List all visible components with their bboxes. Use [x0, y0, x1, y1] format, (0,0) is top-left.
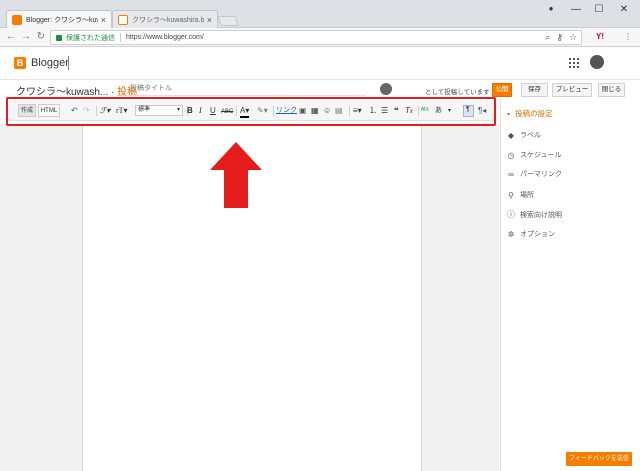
- author-avatar: [380, 83, 392, 95]
- app-name[interactable]: Blogger: [31, 57, 69, 69]
- minimize-button[interactable]: —: [568, 4, 584, 15]
- url-omnibox[interactable]: 保護された通信 https://www.blogger.com/ ⌕ ⚷ ☆: [50, 30, 582, 45]
- sidebar-item-label: パーマリンク: [520, 171, 562, 178]
- address-bar: ← → ↻ 保護された通信 https://www.blogger.com/ ⌕…: [0, 28, 640, 47]
- tab-title: クワシラ〜kuwashira.blog: [132, 16, 204, 24]
- url-text: https://www.blogger.com/: [126, 34, 204, 41]
- reload-icon[interactable]: ↻: [35, 31, 47, 42]
- back-arrow-icon[interactable]: ←: [5, 31, 17, 42]
- tab-title: Blogger: クワシラ〜kuwash: [26, 16, 98, 24]
- sidebar-item-label: 検索向け説明: [520, 211, 562, 219]
- sidebar-item-options[interactable]: ✲ オプション: [507, 229, 555, 239]
- apps-grid-icon[interactable]: [569, 58, 579, 68]
- sidebar-item-schedule[interactable]: ◷ スケジュール: [507, 150, 562, 160]
- bookmark-star-icon[interactable]: ☆: [569, 32, 577, 43]
- info-icon: ⓘ: [507, 210, 515, 219]
- lock-icon: [56, 34, 62, 41]
- chrome-menu-icon[interactable]: ⋮: [624, 32, 632, 41]
- secure-label: 保護された通信: [66, 34, 115, 42]
- sidebar-item-label: スケジュール: [520, 152, 562, 159]
- blog-favicon-icon: [118, 14, 128, 25]
- account-menu-icon[interactable]: ●: [543, 4, 559, 13]
- browser-titlebar: Blogger: クワシラ〜kuwash × クワシラ〜kuwashira.bl…: [0, 0, 640, 28]
- sidebar-item-search-description[interactable]: ⓘ 検索向け説明: [507, 209, 562, 220]
- new-tab-button[interactable]: [217, 16, 239, 26]
- annotation-up-arrow: [210, 142, 262, 208]
- close-tab-icon[interactable]: ×: [207, 15, 212, 25]
- posting-as-label: として投稿しています: [425, 89, 490, 96]
- label-icon: ◆: [507, 130, 515, 140]
- preview-button[interactable]: プレビュー: [552, 83, 592, 97]
- sidebar-item-label: 場所: [520, 192, 534, 199]
- maximize-button[interactable]: ☐: [591, 4, 607, 15]
- close-button[interactable]: 閉じる: [598, 83, 625, 97]
- blogger-header: B Blogger: [0, 47, 640, 80]
- post-settings-sidebar: ▾ 投稿の設定 ◆ ラベル ◷ スケジュール ∞ パーマリンク ⚲ 場所 ⓘ 検…: [500, 99, 640, 471]
- chevron-down-icon: ▾: [507, 112, 511, 118]
- sidebar-item-permalink[interactable]: ∞ パーマリンク: [507, 169, 562, 179]
- header-divider: [68, 56, 69, 70]
- post-title-input[interactable]: [128, 82, 366, 96]
- save-button[interactable]: 保存: [521, 83, 548, 97]
- link-icon: ∞: [508, 169, 514, 179]
- breadcrumb: クワシラ〜kuwash... · 投稿: [16, 83, 137, 98]
- forward-arrow-icon[interactable]: →: [20, 31, 32, 42]
- blogger-logo-icon[interactable]: B: [14, 57, 26, 69]
- sidebar-item-labels[interactable]: ◆ ラベル: [507, 130, 541, 140]
- sidebar-item-label: ラベル: [520, 132, 541, 139]
- gear-icon: ✲: [507, 229, 515, 239]
- tab-blog[interactable]: クワシラ〜kuwashira.blog ×: [112, 10, 218, 28]
- yahoo-extension-icon[interactable]: Y!: [596, 32, 604, 41]
- tab-blogger[interactable]: Blogger: クワシラ〜kuwash ×: [6, 10, 112, 28]
- zoom-icon[interactable]: ⌕: [545, 32, 550, 43]
- key-icon[interactable]: ⚷: [556, 32, 563, 43]
- publish-button[interactable]: 公開: [492, 83, 512, 97]
- post-settings-title: 投稿の設定: [515, 109, 553, 118]
- sidebar-item-label: オプション: [520, 231, 555, 238]
- location-icon: ⚲: [508, 190, 514, 200]
- close-window-button[interactable]: ✕: [616, 4, 632, 15]
- account-avatar[interactable]: [590, 55, 604, 69]
- annotation-highlight-box: [6, 97, 496, 126]
- send-feedback-button[interactable]: フィードバックを送信: [566, 452, 632, 466]
- sidebar-item-location[interactable]: ⚲ 場所: [507, 190, 534, 200]
- close-tab-icon[interactable]: ×: [101, 15, 106, 25]
- blogger-favicon-icon: [12, 14, 22, 25]
- omnibox-divider: [120, 33, 121, 42]
- clock-icon: ◷: [507, 150, 515, 160]
- post-settings-header[interactable]: ▾ 投稿の設定: [507, 108, 553, 119]
